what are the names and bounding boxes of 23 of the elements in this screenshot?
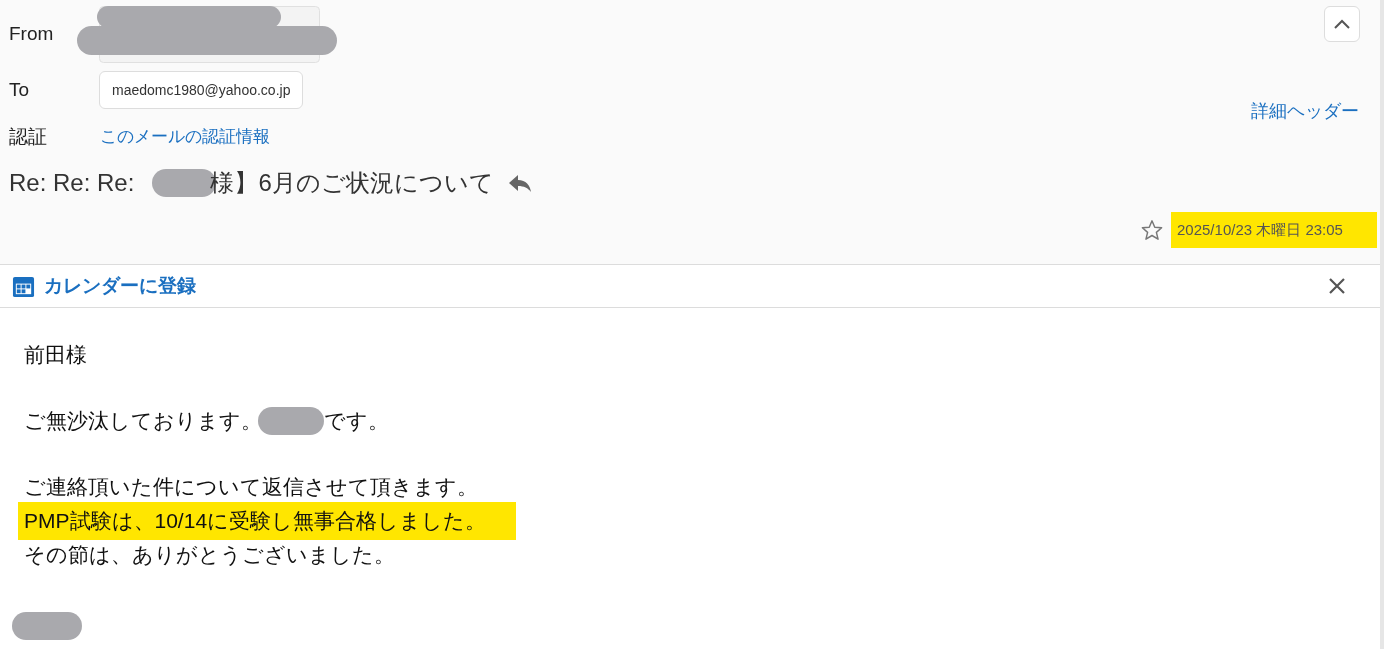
subject-text: 様】6月のご状況について — [210, 168, 494, 198]
star-icon[interactable] — [1141, 219, 1163, 241]
from-label: From — [9, 21, 55, 46]
message-line: その節は、ありがとうございました。 — [24, 542, 395, 569]
to-label: To — [9, 77, 31, 102]
recipient-chip[interactable]: maedomc1980@yahoo.co.jp — [99, 71, 304, 109]
auth-info-link[interactable]: このメールの認証情報 — [100, 124, 270, 150]
detail-header-link[interactable]: 詳細ヘッダー — [1251, 97, 1359, 125]
collapse-button[interactable] — [1324, 6, 1360, 42]
message-line: 前田様 — [24, 342, 87, 369]
redaction-mark — [258, 407, 324, 435]
message-line: ご無沙汰しております。 — [24, 408, 262, 435]
auth-label: 認証 — [9, 124, 48, 149]
chevron-up-icon — [1333, 18, 1351, 30]
calendar-icon — [12, 274, 35, 298]
redaction-mark — [12, 612, 82, 640]
message-line: です。 — [324, 408, 389, 435]
close-icon[interactable] — [1328, 277, 1346, 295]
message-line: ご連絡頂いた件について返信させて頂きます。 — [24, 474, 478, 501]
subject-prefix: Re: Re: Re: — [9, 168, 135, 198]
add-to-calendar-button[interactable]: カレンダーに登録 — [44, 271, 196, 301]
received-date: 2025/10/23 木曜日 23:05 — [1171, 212, 1377, 248]
reply-icon[interactable] — [507, 173, 532, 193]
